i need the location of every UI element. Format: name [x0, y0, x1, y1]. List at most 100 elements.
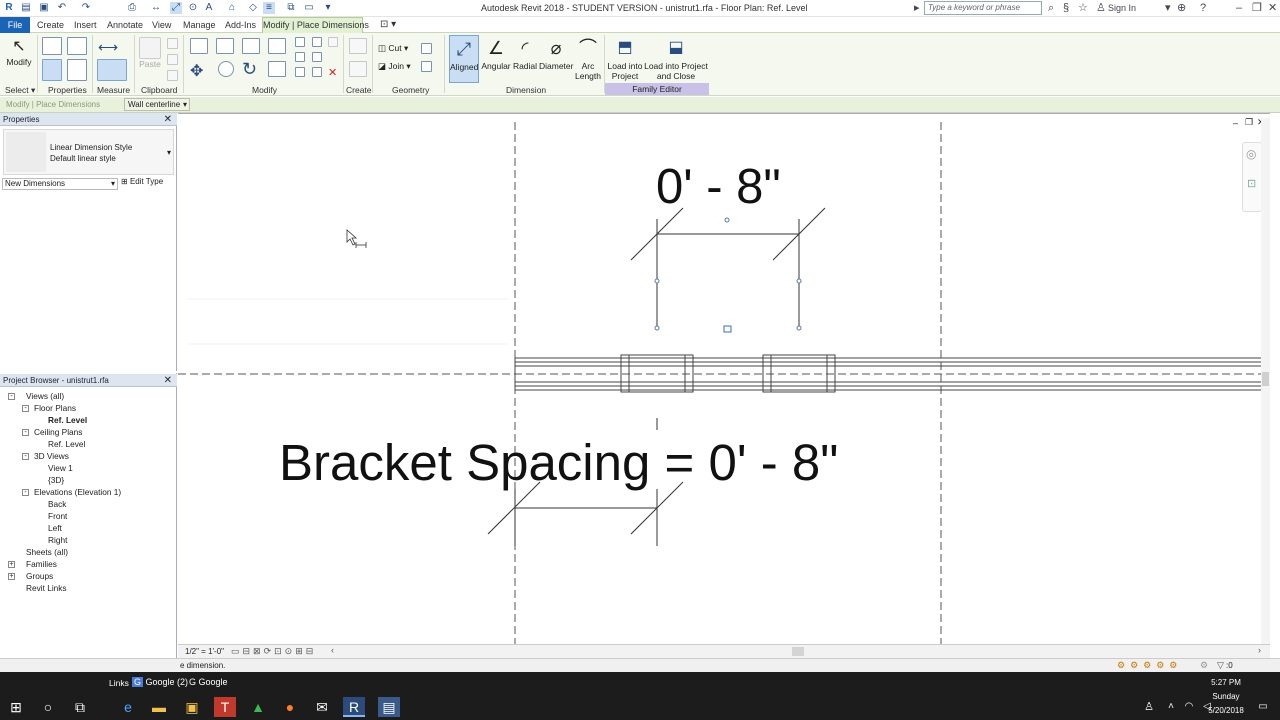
tab-add-ins[interactable]: Add-Ins — [225, 19, 256, 33]
minimize-icon[interactable]: – — [1236, 2, 1242, 14]
aligned-qa-icon[interactable]: ⤢ — [170, 2, 182, 14]
view-restore-icon[interactable]: ❐ — [1245, 117, 1253, 128]
vertical-scrollbar[interactable] — [1261, 118, 1270, 645]
browser-item[interactable]: Groups — [26, 571, 53, 581]
search-arrow-icon[interactable]: ▸ — [914, 2, 920, 14]
match-icon[interactable] — [167, 70, 178, 81]
offset-icon[interactable] — [216, 38, 234, 54]
browser-item[interactable]: Families — [26, 559, 57, 569]
browser-item[interactable]: 3D Views — [34, 451, 69, 461]
cortana-search-icon[interactable]: ○ — [37, 697, 59, 717]
browser-item[interactable]: Elevations (Elevation 1) — [34, 487, 121, 497]
tab-view[interactable]: View — [152, 19, 171, 33]
array-icon[interactable] — [295, 52, 305, 62]
browser-item[interactable]: View 1 — [48, 463, 73, 473]
redo-icon[interactable]: ↷ — [80, 2, 92, 14]
copy-element-icon[interactable] — [218, 61, 234, 77]
aligned-dimension-icon[interactable] — [97, 59, 127, 81]
help-search-input[interactable]: Type a keyword or phrase — [924, 1, 1042, 15]
switch-windows-icon[interactable]: ▭ — [303, 2, 315, 14]
tab-annotate[interactable]: Annotate — [107, 19, 143, 33]
clock-time[interactable]: 5:27 PM — [1206, 678, 1246, 687]
cut-geometry-button[interactable]: ◫ Cut ▾ — [378, 43, 408, 54]
vertical-scroll-thumb[interactable] — [1262, 372, 1269, 386]
store-icon[interactable]: ▣ — [181, 697, 203, 717]
clock-day[interactable]: Sunday — [1206, 692, 1246, 701]
favorites-icon[interactable]: ☆ — [1078, 2, 1088, 14]
paste-button[interactable]: Paste — [139, 37, 161, 69]
browser-item[interactable]: Back — [48, 499, 66, 509]
family-category-icon[interactable] — [67, 59, 87, 81]
tab-create[interactable]: Create — [37, 19, 64, 33]
thin-lines-icon[interactable]: ≡ — [263, 2, 275, 14]
cart-icon[interactable]: ⊕ — [1177, 2, 1186, 14]
browser-item[interactable]: Front — [48, 511, 67, 521]
firefox-icon[interactable]: ● — [279, 697, 301, 717]
diameter-button[interactable]: ⌀ Diameter — [539, 35, 573, 71]
radial-button[interactable]: ◜ Radial — [511, 35, 539, 71]
tag-qa-icon[interactable]: ⊙ — [187, 2, 199, 14]
tab-manage[interactable]: Manage — [183, 19, 216, 33]
tree-expander-icon[interactable]: - — [22, 453, 29, 460]
mirror-draw-icon[interactable] — [268, 38, 286, 54]
delete-icon[interactable]: ✕ — [328, 66, 337, 79]
browser-item[interactable]: Ref. Level — [48, 415, 87, 425]
filter-icon[interactable]: ▽ — [1217, 660, 1224, 671]
app-t-icon[interactable]: T — [214, 697, 236, 717]
browser-item[interactable]: Revit Links — [26, 583, 67, 593]
scale-icon[interactable] — [312, 52, 322, 62]
tab-file[interactable]: File — [0, 17, 30, 33]
measure-distance-icon[interactable]: ⟷ — [98, 39, 118, 56]
ribbon-toggle-icon[interactable]: ⊡ ▾ — [380, 19, 396, 33]
browser-item[interactable]: Floor Plans — [34, 403, 76, 413]
trim-icon[interactable] — [268, 61, 286, 77]
witness-grip-left[interactable] — [654, 278, 660, 284]
search-icon[interactable]: ⌕ — [1048, 2, 1054, 14]
dimension-top[interactable] — [630, 207, 826, 328]
close-icon[interactable]: ✕ — [164, 113, 172, 126]
view-control-icons[interactable]: ▭⊟⊠⟳⊡⊙⊞⊟ — [231, 646, 316, 657]
browser-item[interactable]: Views (all) — [26, 391, 64, 401]
type-selector[interactable]: Linear Dimension Style Default linear st… — [3, 129, 174, 175]
instance-filter-dropdown[interactable]: New Dimensions ▾ — [2, 178, 118, 190]
lock-icon[interactable] — [328, 37, 338, 47]
subscription-icon[interactable]: § — [1063, 2, 1069, 14]
save-icon[interactable]: ▣ — [38, 2, 50, 14]
cut-clip-icon[interactable] — [167, 38, 178, 49]
open-icon[interactable]: ▤ — [20, 2, 32, 14]
sign-in-link[interactable]: Sign In — [1108, 2, 1136, 14]
aligned-button[interactable]: ⤢ Aligned — [449, 35, 479, 83]
tab-modify-place-dimensions[interactable]: Modify | Place Dimensions — [262, 17, 369, 33]
load-and-close-button[interactable]: ⬓ Load into Project and Close — [644, 35, 708, 81]
people-icon[interactable]: ♙ — [1138, 697, 1160, 717]
close-icon[interactable]: ✕ — [164, 374, 172, 387]
witness-end-right[interactable] — [796, 325, 802, 331]
type-properties-icon[interactable] — [42, 37, 62, 55]
tree-expander-icon[interactable]: - — [22, 429, 29, 436]
browser-item[interactable]: {3D} — [48, 475, 64, 485]
mail-icon[interactable]: ✉ — [311, 697, 333, 717]
create-similar-icon[interactable] — [349, 38, 367, 54]
print-icon[interactable]: ⎙ — [126, 2, 138, 14]
customize-qa-icon[interactable]: ▾ — [322, 2, 334, 14]
witness-end-left[interactable] — [654, 325, 660, 331]
angular-button[interactable]: ∠ Angular — [481, 35, 511, 71]
align-icon[interactable] — [190, 38, 208, 54]
family-types-icon[interactable] — [67, 37, 87, 55]
close-icon[interactable]: ✕ — [1268, 2, 1277, 14]
browser-item[interactable]: Right — [48, 535, 67, 545]
drawing-canvas[interactable]: 0' - 8" Bracket Spacing = 0' - 8" – ❐ ✕ … — [178, 113, 1270, 645]
drag-text-grip[interactable] — [724, 217, 730, 223]
measure-qa-icon[interactable]: ↔ — [150, 2, 162, 14]
steering-wheel-icon[interactable]: ◎ — [1246, 147, 1256, 161]
modify-button[interactable]: ↖ Modify — [3, 37, 35, 67]
scroll-right-icon[interactable]: › — [1258, 645, 1261, 655]
placement-dropdown[interactable]: Wall centerline ▾ — [124, 98, 190, 111]
mirror-axis-icon[interactable] — [242, 38, 260, 54]
browser-item[interactable]: Sheets (all) — [26, 547, 68, 557]
drag-elements-icon[interactable]: ⚙ — [1200, 660, 1208, 671]
selection-filter-icons[interactable]: ⚙⚙⚙⚙⚙ — [1117, 660, 1182, 671]
restore-icon[interactable]: ❐ — [1252, 2, 1262, 14]
google-link[interactable]: G Google — [189, 677, 228, 687]
clock-date[interactable]: 5/20/2018 — [1200, 706, 1252, 715]
